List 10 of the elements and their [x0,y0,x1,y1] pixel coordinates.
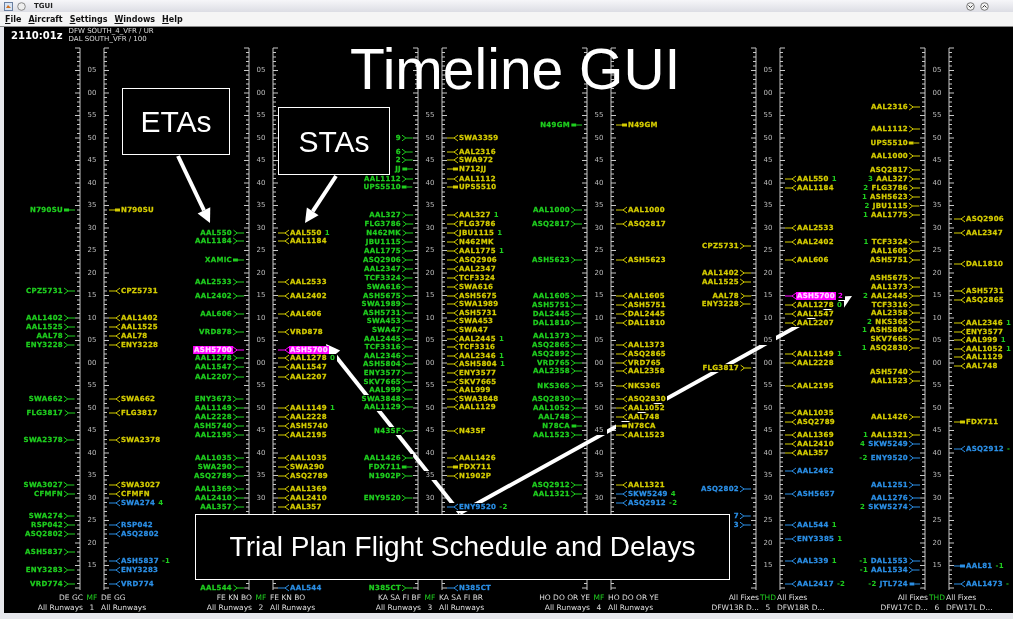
menu-item[interactable]: Settings [69,12,108,26]
menu-item[interactable]: Windows [114,12,156,26]
menu-item[interactable]: Aircraft [28,12,63,26]
clock-time: 2110:01z [11,30,63,43]
callout-label: Trial Plan Flight Schedule and Delays [195,514,730,580]
menu-item[interactable]: Help [162,12,183,26]
callout-label: STAs [278,107,390,175]
callout-label: ETAs [122,88,230,155]
slide-title: Timeline GUI [350,40,681,98]
menu-item[interactable]: File [5,12,22,26]
